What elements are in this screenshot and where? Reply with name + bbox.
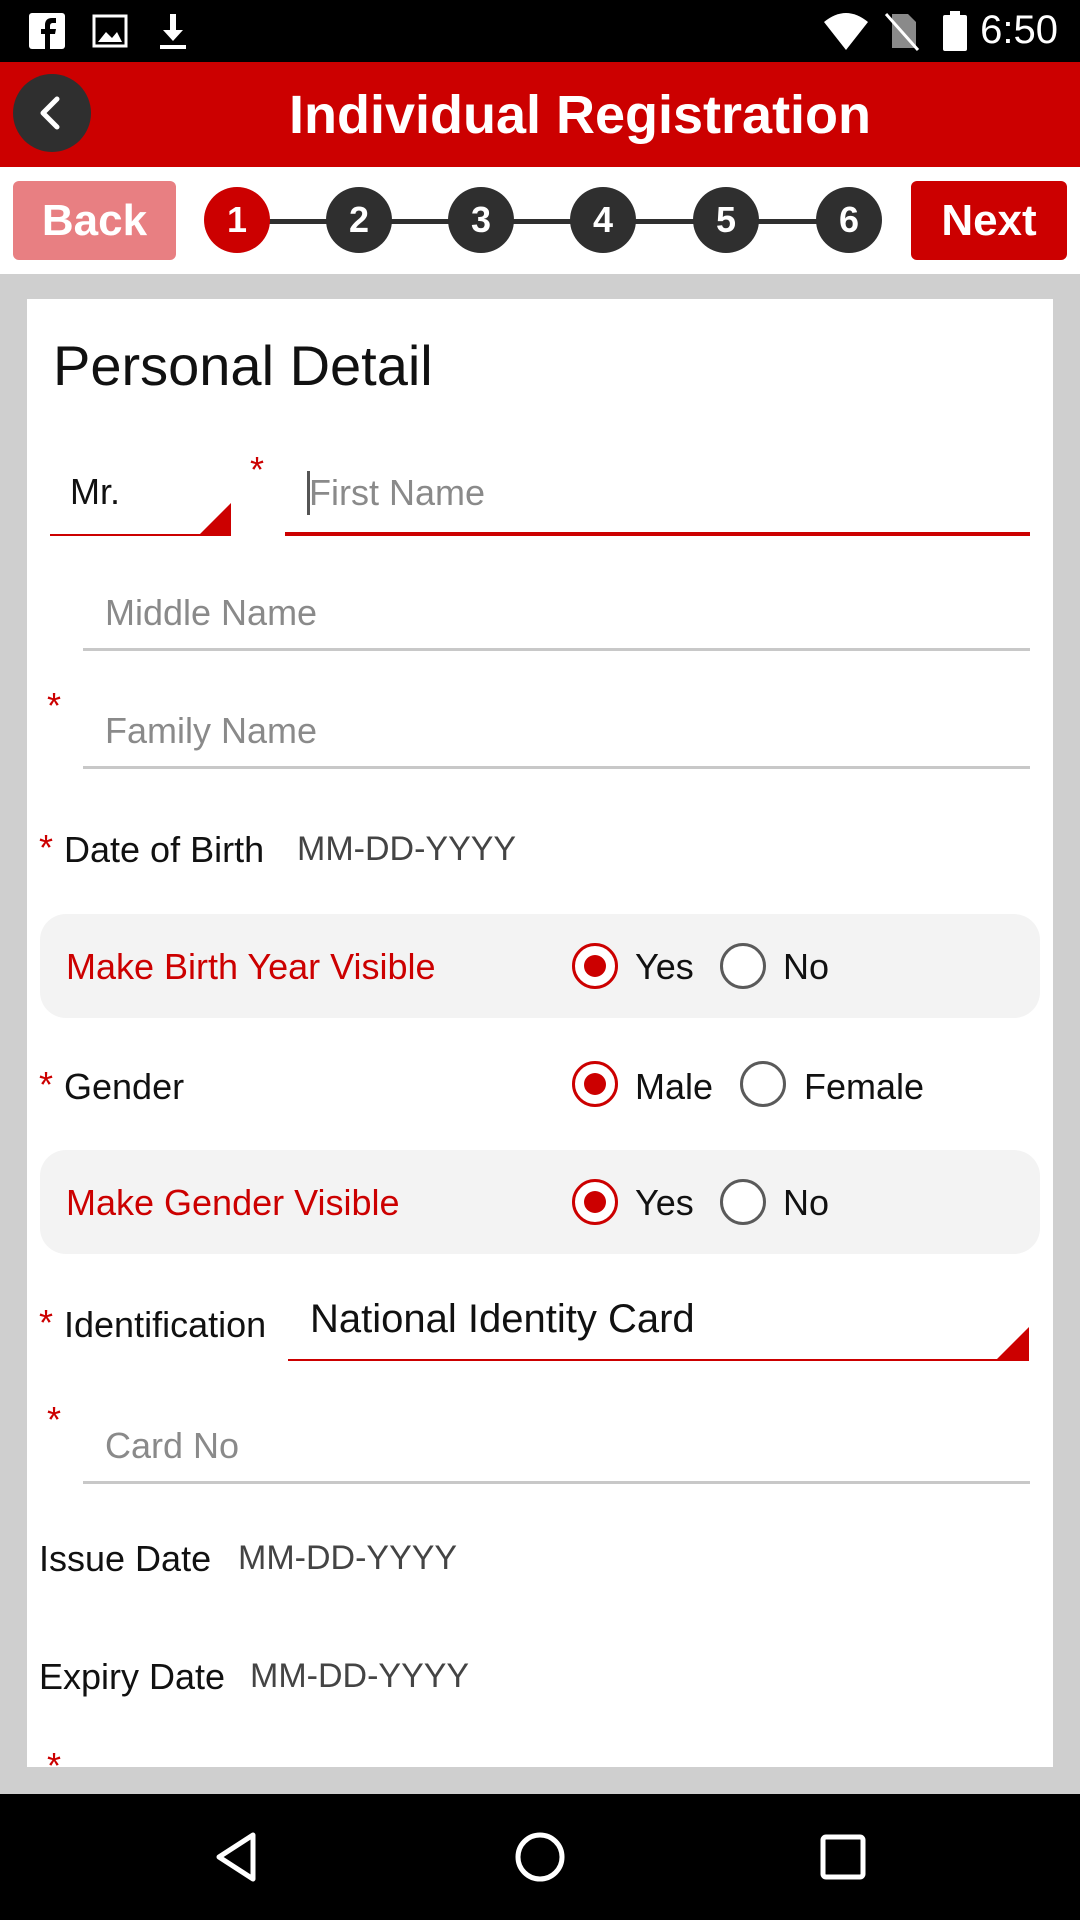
identification-label: Identification [64,1304,267,1345]
screen: 6:50 Individual Registration Back 1 2 3 … [0,0,1080,1920]
download-icon [160,14,186,49]
step-5[interactable]: 5 [693,187,759,253]
first-name-underline [285,532,1030,536]
gender-label: Gender [64,1066,185,1107]
title-select[interactable]: Mr. [50,459,235,539]
dob-picker[interactable]: MM-DD-YYYY [297,830,516,869]
family-name-field[interactable]: Family Name [83,702,1053,774]
identification-underline [288,1359,1029,1361]
family-name-placeholder: Family Name [105,710,318,751]
gender-visible-label: Make Gender Visible [66,1182,400,1223]
nav-back-button[interactable] [202,1822,272,1892]
step-4[interactable]: 4 [570,187,636,253]
step-6[interactable]: 6 [816,187,882,253]
required-mark: * [47,1745,62,1767]
card-no-underline [83,1481,1030,1484]
issue-date-picker[interactable]: MM-DD-YYYY [238,1539,457,1578]
wizard-next-button[interactable]: Next [911,181,1067,260]
dropdown-corner-icon [199,503,231,535]
title-select-underline [50,534,231,536]
first-name-placeholder: First Name [309,472,486,513]
dob-label: Date of Birth [64,829,265,870]
required-mark: * [39,1064,54,1105]
required-mark: * [39,1302,54,1343]
gender-visible-no-radio[interactable] [720,1179,766,1225]
gender-visible-yes-radio[interactable] [572,1179,618,1225]
dropdown-corner-icon [997,1327,1029,1359]
birth-year-no-radio[interactable] [720,943,766,989]
gender-male-radio[interactable] [572,1061,618,1107]
wizard-back-button[interactable]: Back [13,181,176,260]
gender-female-radio[interactable] [740,1061,786,1107]
wifi-icon [824,13,868,50]
home-circle-icon [515,1832,565,1882]
required-mark: * [47,685,62,726]
clock: 6:50 [980,8,1058,52]
family-name-underline [83,766,1030,769]
recents-square-icon [820,1834,866,1880]
title-select-value: Mr. [70,471,120,512]
wizard-step-bar: Back 1 2 3 4 5 6 Next [0,167,1080,274]
middle-name-placeholder: Middle Name [105,592,318,633]
personal-detail-card: Personal Detail Mr. * First Name Middle … [27,299,1053,1767]
birth-year-yes-radio[interactable] [572,943,618,989]
required-mark: * [39,827,54,868]
birth-year-yes-label[interactable]: Yes [635,946,694,988]
status-bar: 6:50 [0,0,1080,62]
issue-date-label: Issue Date [39,1538,212,1579]
gender-visible-no-label[interactable]: No [783,1182,829,1224]
middle-name-field[interactable]: Middle Name [83,584,1053,656]
gender-visible-yes-label[interactable]: Yes [635,1182,694,1224]
identification-value: National Identity Card [310,1297,695,1341]
facebook-icon [29,13,65,49]
nav-recents-button[interactable] [808,1822,878,1892]
image-icon [92,14,128,48]
no-sim-icon [884,13,920,51]
birth-year-no-label[interactable]: No [783,946,829,988]
back-triangle-icon [216,1832,256,1882]
gender-male-label[interactable]: Male [635,1066,713,1108]
step-2[interactable]: 2 [326,187,392,253]
birth-year-visibility-row: Make Birth Year Visible Yes No [40,914,1040,1018]
step-1[interactable]: 1 [204,187,270,253]
card-no-field[interactable]: Card No [83,1417,1053,1489]
system-nav-bar [0,1794,1080,1920]
identification-select[interactable]: National Identity Card [288,1284,1053,1364]
first-name-field[interactable]: First Name [285,459,1053,543]
expiry-date-label: Expiry Date [39,1656,226,1697]
required-mark: * [47,1399,62,1440]
battery-icon [943,11,967,51]
app-bar: Individual Registration [0,62,1080,167]
middle-name-underline [83,648,1030,651]
nav-home-button[interactable] [505,1822,575,1892]
gender-female-label[interactable]: Female [804,1066,924,1108]
section-title: Personal Detail [53,334,433,397]
required-mark: * [250,449,265,490]
expiry-date-picker[interactable]: MM-DD-YYYY [250,1657,469,1696]
card-no-placeholder: Card No [105,1425,240,1466]
step-3[interactable]: 3 [448,187,514,253]
gender-visibility-row: Make Gender Visible Yes No [40,1150,1040,1254]
page-title: Individual Registration [288,85,872,145]
birth-year-visible-label: Make Birth Year Visible [66,946,436,987]
